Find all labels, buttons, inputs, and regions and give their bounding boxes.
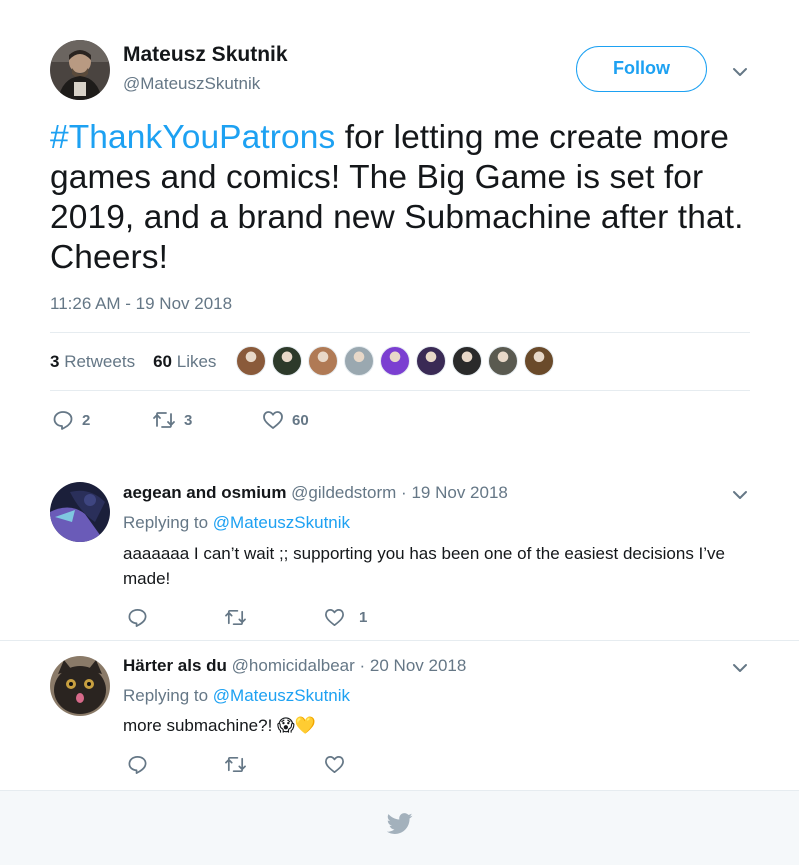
replying-prefix: Replying to: [123, 513, 213, 532]
reply-text: more submachine?! 😱💛: [123, 716, 316, 735]
liker-avatar-8[interactable]: [488, 346, 518, 376]
liker-avatar-2[interactable]: [272, 346, 302, 376]
chevron-down-icon[interactable]: [731, 659, 749, 677]
like-action[interactable]: [324, 754, 353, 775]
reply-header: aegean and osmium @gildedstorm · 19 Nov …: [123, 483, 508, 503]
retweet-action[interactable]: 3: [152, 409, 262, 431]
footer: [0, 790, 799, 865]
heart-icon: [262, 409, 284, 431]
divider: [0, 640, 799, 641]
reply-actions: 1: [127, 607, 367, 628]
liker-avatar-4[interactable]: [344, 346, 374, 376]
reply-text: aaaaaaa I can’t wait ;; supporting you h…: [123, 544, 726, 588]
author-name[interactable]: Mateusz Skutnik: [123, 43, 288, 67]
liker-avatar-1[interactable]: [236, 346, 266, 376]
heart-icon: [324, 607, 345, 628]
reply-icon: [127, 754, 148, 775]
retweet-icon: [224, 754, 247, 775]
author-handle[interactable]: @MateuszSkutnik: [123, 74, 260, 94]
liker-avatar-5[interactable]: [380, 346, 410, 376]
reply-avatar[interactable]: [50, 482, 110, 542]
reply-action[interactable]: [127, 607, 224, 628]
liker-avatar-6[interactable]: [416, 346, 446, 376]
reply-header: Härter als du @homicidalbear · 20 Nov 20…: [123, 656, 466, 676]
reply-action[interactable]: [127, 754, 224, 775]
replying-prefix: Replying to: [123, 686, 213, 705]
like-count: 60: [292, 411, 309, 429]
liker-avatar-9[interactable]: [524, 346, 554, 376]
retweets-label: Retweets: [64, 352, 136, 371]
chevron-down-icon[interactable]: [731, 486, 749, 504]
like-count: 1: [359, 609, 368, 626]
reply-icon: [52, 409, 74, 431]
reply-avatar[interactable]: [50, 656, 110, 716]
retweet-action[interactable]: [224, 607, 324, 628]
twitter-bird-icon[interactable]: [386, 813, 413, 835]
replying-mention[interactable]: @MateuszSkutnik: [213, 513, 350, 532]
retweet-action[interactable]: [224, 754, 324, 775]
reply-separator: ·: [401, 483, 407, 502]
like-action[interactable]: 60: [262, 409, 309, 431]
replying-to: Replying to @MateuszSkutnik: [123, 686, 350, 706]
reply-author-name[interactable]: Härter als du: [123, 656, 227, 675]
likes-label: Likes: [176, 352, 217, 371]
reply-count: 2: [82, 411, 91, 429]
heart-icon: [324, 754, 345, 775]
follow-button[interactable]: Follow: [576, 46, 707, 92]
reply-action[interactable]: 2: [52, 409, 152, 431]
liker-avatar-7[interactable]: [452, 346, 482, 376]
retweet-icon: [224, 607, 247, 628]
like-action[interactable]: 1: [324, 607, 367, 628]
hashtag-link[interactable]: #ThankYouPatrons: [50, 119, 335, 156]
likes-stat[interactable]: 60 Likes: [153, 352, 216, 372]
divider: [50, 390, 750, 391]
replying-to: Replying to @MateuszSkutnik: [123, 513, 350, 533]
reply-author-handle[interactable]: @homicidalbear: [232, 656, 355, 675]
author-avatar[interactable]: [50, 40, 110, 100]
reply-separator: ·: [359, 656, 366, 675]
retweets-count: 3: [50, 352, 60, 371]
reply-author-handle[interactable]: @gildedstorm: [291, 483, 396, 502]
tweet-actions: 2 3 60: [52, 409, 309, 431]
retweets-stat[interactable]: 3 Retweets: [50, 352, 135, 372]
likes-count: 60: [153, 352, 172, 371]
reply-author-name[interactable]: aegean and osmium: [123, 483, 286, 502]
tweet-stats: 3 Retweets 60 Likes: [50, 352, 234, 372]
reply-actions: [127, 754, 353, 775]
reply-icon: [127, 607, 148, 628]
tweet-text: #ThankYouPatrons for letting me create m…: [50, 118, 760, 278]
divider: [50, 332, 750, 333]
retweet-icon: [152, 409, 176, 431]
reply-date[interactable]: 19 Nov 2018: [411, 483, 507, 502]
liker-avatar-3[interactable]: [308, 346, 338, 376]
replying-mention[interactable]: @MateuszSkutnik: [213, 686, 350, 705]
chevron-down-icon[interactable]: [731, 63, 749, 81]
likers-avatars: [236, 346, 560, 376]
retweet-count: 3: [184, 411, 193, 429]
reply-date[interactable]: 20 Nov 2018: [370, 656, 466, 675]
tweet-timestamp[interactable]: 11:26 AM - 19 Nov 2018: [50, 294, 232, 314]
